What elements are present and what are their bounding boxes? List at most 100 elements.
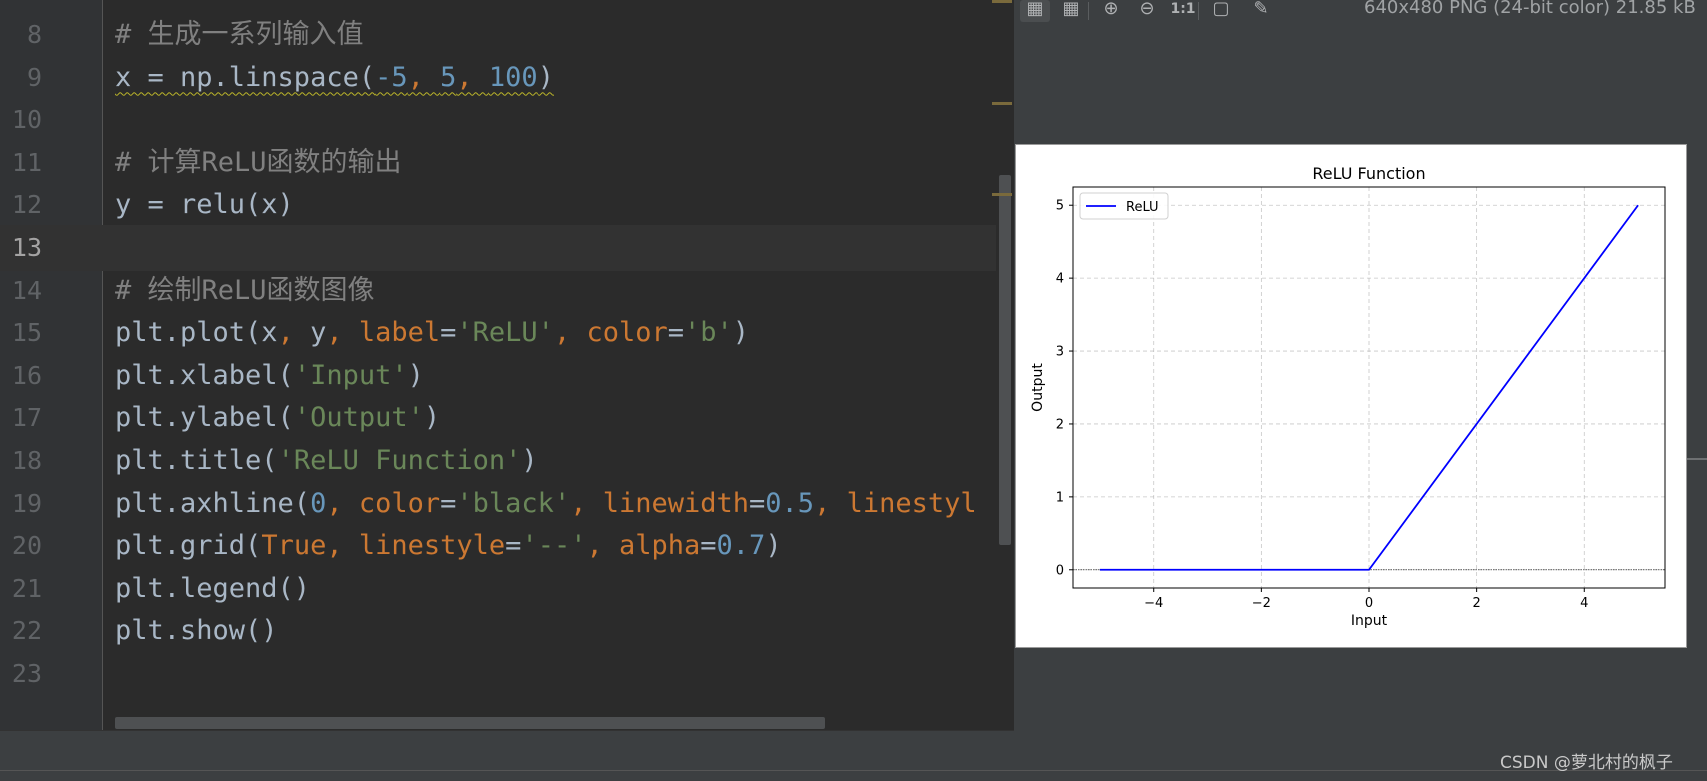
line-number: 20 <box>11 531 42 561</box>
error-stripe-marker[interactable] <box>992 102 1012 105</box>
code-token: plt.grid( <box>115 530 262 562</box>
code-text: plt.axhline(0, color='black', linewidth=… <box>115 481 977 527</box>
y-tick-label: 4 <box>1056 272 1064 287</box>
error-stripe-marker[interactable] <box>992 193 1012 196</box>
code-token: = <box>667 317 685 349</box>
splitter-handle[interactable] <box>1684 458 1707 460</box>
code-token: -5 <box>375 61 408 93</box>
x-tick-label: −2 <box>1252 596 1271 611</box>
line-number: 16 <box>11 360 42 390</box>
grid-icon[interactable]: ▦ <box>1056 0 1086 22</box>
code-token: ) <box>732 317 750 349</box>
watermark: CSDN @萝北村的枫子 <box>1500 753 1673 773</box>
code-text: plt.title('ReLU Function') <box>115 438 538 484</box>
code-token: , <box>277 317 311 349</box>
code-line[interactable]: 19 plt.axhline(0, color='black', linewidt… <box>0 481 1000 527</box>
y-axis-label: Output <box>1030 363 1046 412</box>
code-token: plt.ylabel( <box>115 402 294 434</box>
editor-vertical-scroll-thumb[interactable] <box>999 175 1011 545</box>
code-line[interactable]: 8 # 生成一系列输入值 <box>0 12 1000 58</box>
code-text: plt.xlabel('Input') <box>115 353 424 399</box>
code-token: , <box>570 487 603 519</box>
code-line[interactable]: 11 # 计算ReLU函数的输出 <box>0 140 1000 186</box>
actual-size-icon[interactable]: 1:1 <box>1168 0 1198 22</box>
x-tick-label: −4 <box>1144 596 1163 611</box>
code-token: 'Output' <box>293 402 424 434</box>
code-token: , <box>586 530 619 562</box>
error-stripe-marker[interactable] <box>992 0 1012 3</box>
code-line[interactable]: 15 plt.plot(x, y, label='ReLU', color='b'… <box>0 310 1000 356</box>
x-tick-label: 4 <box>1580 596 1588 611</box>
code-token: = <box>700 530 717 562</box>
y-tick-label: 1 <box>1056 490 1064 505</box>
code-token: plt.axhline( <box>115 487 311 519</box>
editor-bottom-bar <box>0 730 1014 771</box>
code-text: plt.ylabel('Output') <box>115 395 440 441</box>
zoom-out-icon[interactable]: ⊖ <box>1132 0 1162 22</box>
code-line[interactable]: 16 plt.xlabel('Input') <box>0 353 1000 399</box>
code-token: 0.5 <box>765 487 815 519</box>
code-token: # 绘制ReLU函数图像 <box>115 274 375 306</box>
code-token: ) <box>407 359 424 391</box>
code-token: 'ReLU' <box>456 317 554 349</box>
zoom-in-icon[interactable]: ⊕ <box>1096 0 1126 22</box>
code-line[interactable]: 9 x = np.linspace(-5, 5, 100) <box>0 55 1000 101</box>
code-token: y = relu(x) <box>115 189 294 221</box>
line-number: 19 <box>11 488 42 518</box>
code-token: 0 <box>310 487 327 519</box>
line-number: 15 <box>11 318 42 348</box>
code-token: 'Input' <box>293 359 408 391</box>
code-text: plt.legend() <box>115 566 310 612</box>
code-token: 'black' <box>456 487 571 519</box>
line-number: 22 <box>11 616 42 646</box>
code-line[interactable]: 21 plt.legend() <box>0 566 1000 612</box>
code-token: , <box>326 317 359 349</box>
code-line[interactable]: 22 plt.show() <box>0 608 1000 654</box>
code-token: # 计算ReLU函数的输出 <box>115 146 402 178</box>
code-token: ) <box>521 445 538 476</box>
code-editor[interactable]: 8 # 生成一系列输入值 9 x = np.linspace(-5, 5, 100) 1… <box>0 0 1014 730</box>
editor-horizontal-scroll-thumb[interactable] <box>115 717 825 729</box>
line-number: 13 <box>11 233 42 262</box>
code-token: plt.show() <box>115 615 278 647</box>
toolbar-separator <box>1198 2 1199 20</box>
code-token: plt.plot(x <box>115 317 278 349</box>
code-token: # 生成一系列输入值 <box>115 19 364 50</box>
code-line[interactable]: 10 <box>0 97 1000 143</box>
relu-chart: −4 −2 0 2 4 0 1 2 3 4 5 ReLU Function Input Output ReL… <box>1030 164 1666 629</box>
code-token: plt.xlabel( <box>115 359 294 391</box>
fit-zoom-icon[interactable]: ▢ <box>1206 0 1236 22</box>
code-token: x = np.linspace( <box>115 61 376 93</box>
code-token: ) <box>423 402 441 434</box>
code-line[interactable]: 12 y = relu(x) <box>0 182 1000 228</box>
x-tick-label: 0 <box>1365 596 1373 611</box>
code-token: ) <box>765 530 782 562</box>
color-picker-icon[interactable]: ✎ <box>1246 0 1276 22</box>
code-token: color <box>358 487 441 519</box>
plot-frame <box>1072 186 1666 589</box>
code-token: , <box>814 487 847 519</box>
code-line[interactable]: 14 # 绘制ReLU函数图像 <box>0 268 1000 314</box>
code-token: , <box>326 530 359 562</box>
code-line[interactable]: 23 <box>0 651 1000 697</box>
line-number: 10 <box>11 105 42 135</box>
code-text: plt.plot(x, y, label='ReLU', color='b') <box>115 310 749 356</box>
code-line[interactable]: 20 plt.grid(True, linestyle='--', alpha=0… <box>0 523 1000 569</box>
x-axis-label: Input <box>1351 613 1388 629</box>
code-token: , <box>326 487 359 519</box>
code-line[interactable]: 18 plt.title('ReLU Function') <box>0 438 1000 484</box>
code-token: linestyl <box>846 487 977 519</box>
code-text: # 计算ReLU函数的输出 <box>115 140 402 186</box>
code-line[interactable]: 13 <box>0 225 1000 271</box>
code-token: plt.legend() <box>115 572 311 604</box>
code-token: 0.7 <box>716 530 766 562</box>
code-token: , <box>407 61 441 93</box>
code-token: plt.title( <box>115 445 278 476</box>
code-token: , <box>456 61 489 93</box>
code-token: True <box>261 530 327 562</box>
legend-label: ReLU <box>1126 200 1159 215</box>
line-number: 18 <box>11 446 42 475</box>
code-line[interactable]: 17 plt.ylabel('Output') <box>0 395 1000 441</box>
transparency-chessboard-icon[interactable]: ▦ <box>1020 0 1050 22</box>
code-token: alpha <box>618 530 701 562</box>
